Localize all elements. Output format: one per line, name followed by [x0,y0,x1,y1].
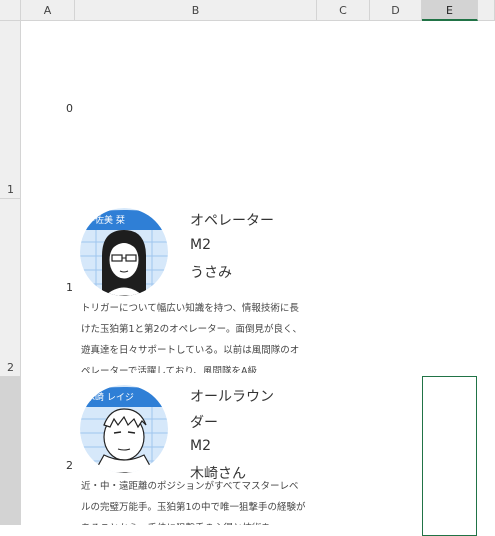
avatar-banner-text: 宇佐美 栞 [86,216,125,226]
column-header-b[interactable]: B [75,0,317,21]
character-avatar: 宇佐美 栞 [80,208,168,296]
character-description[interactable]: 近・中・遠距離のポジションがすべてマスターレベルの完璧万能手。玉狛第1の中で唯一… [81,476,306,525]
row-header-selected[interactable] [0,376,21,525]
corner-select-all[interactable] [0,0,21,21]
row-header-2[interactable]: 2 [0,361,21,374]
column-header-a[interactable]: A [21,0,75,21]
character-role-line2[interactable]: ダー [190,412,218,432]
column-header-f[interactable] [478,0,495,21]
avatar-banner-text: 木崎 レイジ [86,393,134,403]
character-role[interactable]: オペレーター [190,210,274,230]
character-role-line1[interactable]: オールラウン [190,386,274,406]
cell-value-0[interactable]: 0 [66,102,73,115]
character-avatar: 木崎 レイジ [80,385,168,473]
active-cell-selection[interactable] [422,376,477,536]
character-rank[interactable]: M2 [190,237,211,253]
column-header-e[interactable]: E [422,0,478,21]
column-header-d[interactable]: D [370,0,422,21]
row-divider [0,376,21,377]
character-description[interactable]: トリガーについて幅広い知識を持つ、情報技術に長けた玉狛第1と第2のオペレーター。… [81,298,306,373]
character-rank[interactable]: M2 [190,438,211,454]
cell-value-1[interactable]: 1 [66,281,73,294]
character-name[interactable]: うさみ [190,262,232,282]
row-header-1[interactable]: 1 [0,183,21,196]
column-header-c[interactable]: C [317,0,370,21]
cell-value-2[interactable]: 2 [66,459,73,472]
row-divider [0,198,21,199]
